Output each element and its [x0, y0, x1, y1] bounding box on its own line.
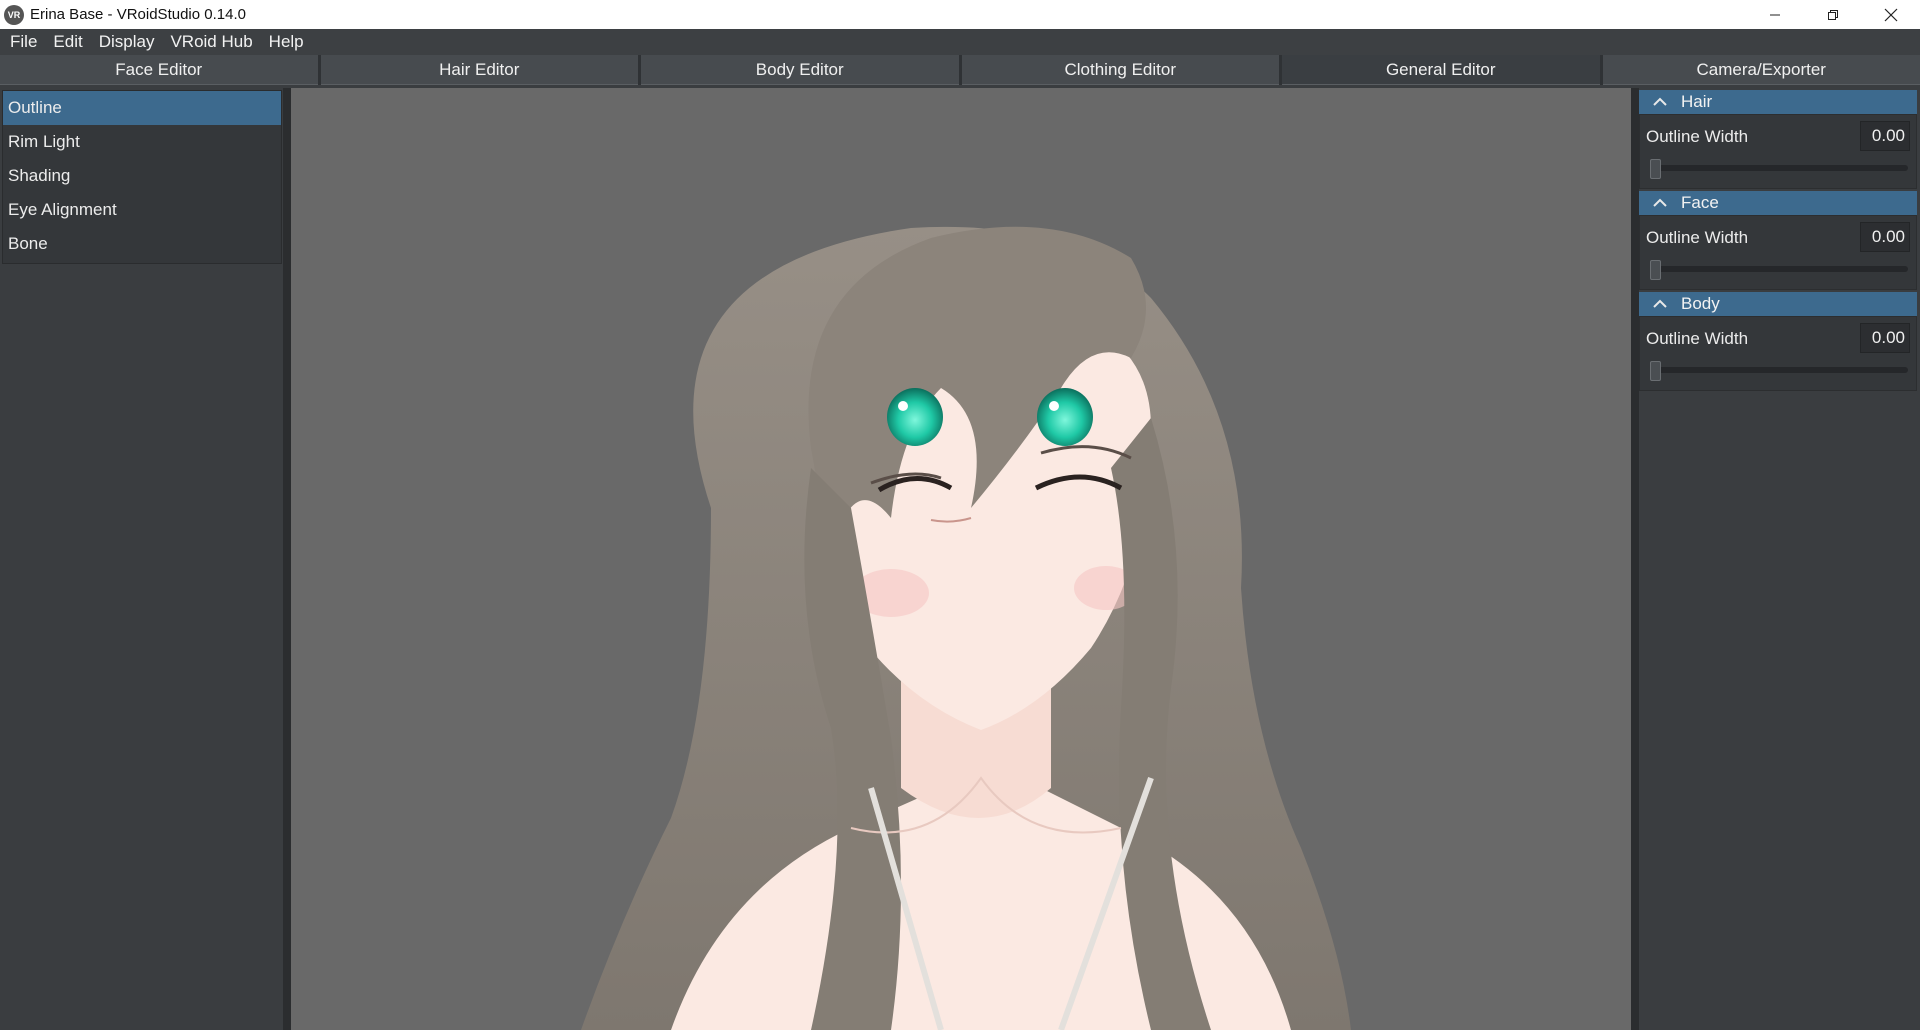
left-eye-highlight — [898, 401, 908, 411]
section-body-hair: Outline Width 0.00 — [1639, 114, 1917, 189]
body-outline-width-slider[interactable] — [1654, 367, 1908, 373]
properties-panel: Hair Outline Width 0.00 Face Outline Wid… — [1639, 88, 1920, 1030]
editor-tab-bar: Face Editor Hair Editor Body Editor Clot… — [0, 55, 1920, 85]
hair-outline-width-slider-handle[interactable] — [1650, 159, 1661, 179]
tab-camera-exporter[interactable]: Camera/Exporter — [1602, 55, 1920, 85]
app-logo-icon: VR — [4, 4, 24, 25]
category-item-outline[interactable]: Outline — [3, 91, 281, 125]
character-render — [581, 226, 1351, 1030]
tab-hair-editor[interactable]: Hair Editor — [320, 55, 638, 85]
category-item-eye-alignment[interactable]: Eye Alignment — [3, 193, 281, 227]
face-outline-width-slider-handle[interactable] — [1650, 260, 1661, 280]
chevron-up-icon — [1653, 299, 1667, 309]
section-header-body[interactable]: Body — [1639, 292, 1917, 316]
tab-clothing-editor[interactable]: Clothing Editor — [961, 55, 1279, 85]
category-item-rim-light[interactable]: Rim Light — [3, 125, 281, 159]
category-list: Outline Rim Light Shading Eye Alignment … — [2, 90, 282, 264]
left-panel: Outline Rim Light Shading Eye Alignment … — [0, 88, 291, 1030]
minimize-icon — [1770, 14, 1780, 15]
section-body-body: Outline Width 0.00 — [1639, 316, 1917, 391]
body-outline-width-input[interactable]: 0.00 — [1860, 323, 1910, 353]
model-viewport[interactable] — [291, 88, 1631, 1030]
minimize-button[interactable] — [1746, 0, 1804, 29]
right-panel-splitter[interactable] — [1631, 88, 1639, 1030]
section-header-face[interactable]: Face — [1639, 191, 1917, 215]
param-label: Outline Width — [1646, 127, 1749, 146]
section-title: Body — [1681, 294, 1720, 313]
hair-outline-width-slider[interactable] — [1654, 165, 1908, 171]
section-body-face: Outline Width 0.00 — [1639, 215, 1917, 290]
param-label: Outline Width — [1646, 228, 1749, 247]
chevron-up-icon — [1653, 198, 1667, 208]
hair-outline-width-input[interactable]: 0.00 — [1860, 121, 1910, 151]
body-outline-width-slider-handle[interactable] — [1650, 361, 1661, 381]
tab-general-editor[interactable]: General Editor — [1282, 55, 1600, 85]
section-header-hair[interactable]: Hair — [1639, 90, 1917, 114]
chevron-up-icon — [1653, 97, 1667, 107]
param-label: Outline Width — [1646, 329, 1749, 348]
face-outline-width-input[interactable]: 0.00 — [1860, 222, 1910, 252]
category-item-shading[interactable]: Shading — [3, 159, 281, 193]
title-bar: VR Erina Base - VRoidStudio 0.14.0 — [0, 0, 1920, 29]
menu-bar: File Edit Display VRoid Hub Help — [0, 29, 1920, 55]
tab-face-editor[interactable]: Face Editor — [0, 55, 318, 85]
restore-icon — [1828, 9, 1838, 20]
face-outline-width-slider[interactable] — [1654, 266, 1908, 272]
left-panel-splitter[interactable] — [283, 88, 291, 1030]
restore-button[interactable] — [1804, 0, 1862, 29]
category-item-bone[interactable]: Bone — [3, 227, 281, 261]
menu-display[interactable]: Display — [93, 29, 165, 55]
right-eye-highlight — [1049, 401, 1059, 411]
tab-body-editor[interactable]: Body Editor — [641, 55, 959, 85]
menu-vroid-hub[interactable]: VRoid Hub — [164, 29, 262, 55]
right-eye — [1037, 388, 1093, 446]
menu-help[interactable]: Help — [263, 29, 314, 55]
section-title: Face — [1681, 193, 1719, 212]
menu-edit[interactable]: Edit — [47, 29, 92, 55]
menu-file[interactable]: File — [4, 29, 47, 55]
close-icon — [1884, 8, 1898, 21]
close-button[interactable] — [1862, 0, 1920, 29]
window-title: Erina Base - VRoidStudio 0.14.0 — [30, 6, 246, 23]
section-title: Hair — [1681, 92, 1713, 111]
left-eye — [887, 388, 943, 446]
